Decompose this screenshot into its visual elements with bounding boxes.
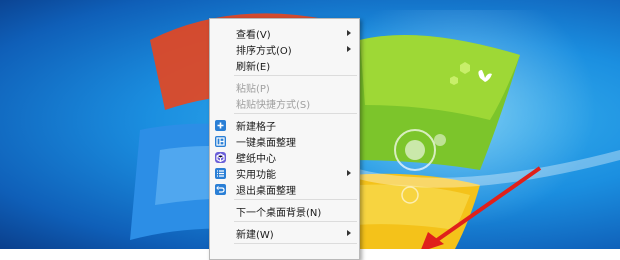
red-arrow-annotation xyxy=(421,166,542,249)
cube-icon xyxy=(215,151,226,163)
menu-item-label: 新建格子 xyxy=(236,121,276,133)
list-icon xyxy=(215,167,226,179)
menu-item-label: 排序方式(O) xyxy=(236,45,292,57)
submenu-arrow-icon xyxy=(347,46,351,52)
menu-separator xyxy=(234,75,357,76)
menu-item-sort-by[interactable]: 排序方式(O) xyxy=(210,41,359,57)
menu-item-next-background[interactable]: 下一个桌面背景(N) xyxy=(210,203,359,219)
menu-item-refresh[interactable]: 刷新(E) xyxy=(210,57,359,73)
menu-item-label: 壁纸中心 xyxy=(236,153,276,165)
submenu-arrow-icon xyxy=(347,30,351,36)
menu-item-label: 粘贴快捷方式(S) xyxy=(236,99,311,111)
plus-icon xyxy=(215,119,226,131)
menu-item-view[interactable]: 查看(V) xyxy=(210,25,359,41)
layout-icon xyxy=(215,135,226,147)
menu-item-exit-organizer[interactable]: 退出桌面整理 xyxy=(210,181,359,197)
menu-separator xyxy=(234,243,357,244)
menu-separator xyxy=(234,221,357,222)
menu-item-new[interactable]: 新建(W) xyxy=(210,225,359,241)
menu-item-label: 新建(W) xyxy=(236,229,274,241)
menu-item-label: 粘贴(P) xyxy=(236,83,270,95)
menu-item-label: 一键桌面整理 xyxy=(236,137,296,149)
menu-item-paste[interactable]: 粘贴(P) xyxy=(210,79,359,95)
menu-item-wallpaper-center[interactable]: 壁纸中心 xyxy=(210,149,359,165)
menu-item-label: 实用功能 xyxy=(236,169,276,181)
menu-item-new-grid[interactable]: 新建格子 xyxy=(210,117,359,133)
desktop-context-menu: 查看(V) 排序方式(O) 刷新(E) 粘贴(P) 粘贴快捷方式(S) 新建格子… xyxy=(209,18,360,260)
exit-icon xyxy=(215,183,226,195)
submenu-arrow-icon xyxy=(347,230,351,236)
menu-separator xyxy=(234,199,357,200)
submenu-arrow-icon xyxy=(347,170,351,176)
menu-item-label: 刷新(E) xyxy=(236,61,271,73)
menu-item-utilities[interactable]: 实用功能 xyxy=(210,165,359,181)
menu-item-organize-desktop[interactable]: 一键桌面整理 xyxy=(210,133,359,149)
menu-item-label: 下一个桌面背景(N) xyxy=(236,207,322,219)
menu-separator xyxy=(234,113,357,114)
menu-item-label: 查看(V) xyxy=(236,29,271,41)
menu-item-paste-shortcut[interactable]: 粘贴快捷方式(S) xyxy=(210,95,359,111)
menu-item-label: 退出桌面整理 xyxy=(236,185,296,197)
